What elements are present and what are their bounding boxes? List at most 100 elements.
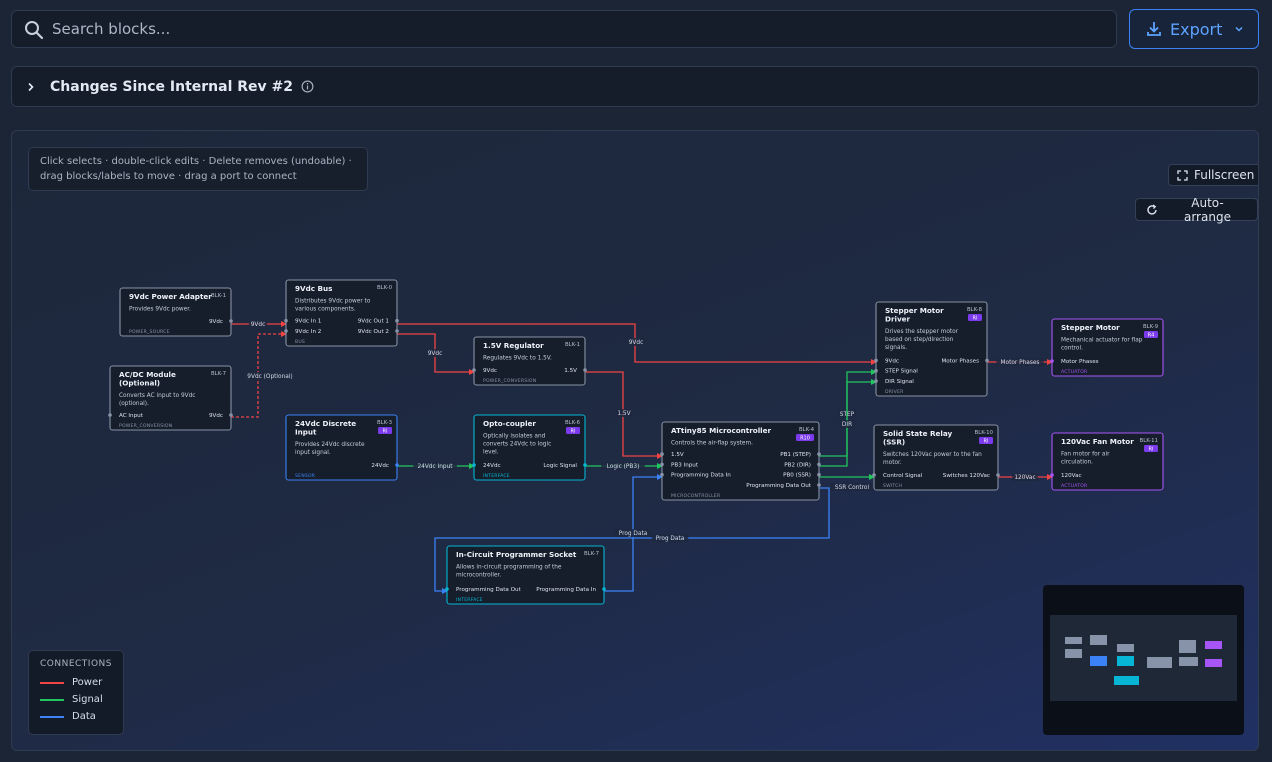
block-blk-7[interactable]: BLK-7AC/DC Module(Optional)Converts AC i… — [108, 365, 233, 431]
connection-power[interactable]: 1.5V — [585, 371, 663, 459]
connection-label[interactable]: Prog Data — [619, 531, 648, 537]
block-blk-1[interactable]: BLK-19Vdc Power Adapter Provides 9Vdc pow… — [119, 287, 233, 337]
diagram-canvas[interactable]: Click selects · double-click edits · Del… — [11, 130, 1259, 751]
block-type: INTERFACE — [483, 473, 510, 479]
output-port[interactable] — [996, 473, 1000, 477]
output-port[interactable] — [395, 329, 399, 333]
output-port[interactable] — [985, 358, 989, 363]
minimap[interactable] — [1043, 585, 1244, 735]
output-port[interactable] — [229, 319, 233, 323]
connection-power[interactable]: Motor Phases — [987, 358, 1053, 366]
input-port[interactable] — [660, 472, 664, 477]
input-port[interactable] — [284, 318, 288, 323]
block-blk-1[interactable]: BLK-1 1.5V Regulator Regulates 9Vdc to 1.5… — [472, 336, 587, 386]
block-blk-0[interactable]: BLK-0 9Vdc Bus Distributes 9Vdc power to va… — [284, 279, 399, 347]
block-description: control. — [1061, 346, 1083, 352]
block-description: Regulates 9Vdc to 1.5V. — [483, 356, 552, 362]
output-port[interactable] — [583, 368, 587, 372]
minimap-node — [1117, 656, 1134, 666]
input-port[interactable] — [1050, 473, 1054, 477]
output-port[interactable] — [817, 472, 821, 477]
block-title: Opto-coupler — [483, 419, 536, 428]
info-icon[interactable] — [301, 80, 314, 93]
block-id: BLK-7 — [211, 371, 226, 377]
block-blk-6[interactable]: BLK-6 RI Opto-coupler Optically isolates an… — [472, 414, 587, 481]
connection-signal[interactable]: SSR Control — [819, 474, 875, 491]
block-description: input signal. — [295, 450, 331, 456]
block-blk-10[interactable]: BLK-10RISolid State Relay(SSR)Switches 1… — [872, 424, 1000, 491]
output-port[interactable] — [395, 463, 399, 467]
input-port[interactable] — [872, 473, 876, 477]
connection-label[interactable]: 120Vac — [1014, 475, 1035, 481]
output-port[interactable] — [395, 318, 399, 323]
block-description: Mechanical actuator for flap — [1061, 338, 1143, 344]
connection-label[interactable]: SSR Control — [835, 485, 870, 491]
revision-badge-text: RI — [984, 439, 989, 445]
input-port[interactable] — [472, 368, 476, 372]
connection-label[interactable]: 9Vdc — [428, 351, 443, 357]
block-description: Provides 24Vdc discrete — [295, 442, 365, 448]
input-port-label: 24Vdc — [483, 463, 501, 469]
connection-label[interactable]: Logic (PB3) — [607, 464, 640, 470]
output-port-label: 9Vdc Out 1 — [358, 319, 390, 325]
connection-signal[interactable]: DIR — [819, 379, 877, 467]
block-description: based on step/direction — [885, 337, 954, 343]
connection-label[interactable]: 9Vdc — [629, 340, 644, 346]
output-port-label: 9Vdc — [209, 413, 223, 419]
output-port[interactable] — [229, 413, 233, 417]
output-port-label: Switches 120Vac — [943, 473, 990, 479]
block-description: Switches 120Vac power to the fan — [883, 452, 982, 458]
block-type: POWER_CONVERSION — [483, 378, 536, 384]
input-port[interactable] — [1050, 359, 1054, 363]
block-blk-9[interactable]: BLK-9 R4 Stepper Motor Mechanical actuator … — [1050, 318, 1164, 377]
block-blk-11[interactable]: BLK-11 RI 120Vac Fan Motor Fan motor for ai… — [1050, 432, 1164, 491]
connection-signal[interactable]: 24Vdc Input — [397, 462, 475, 470]
block-title: In-Circuit Programmer Socket — [456, 550, 577, 559]
input-port[interactable] — [284, 329, 288, 333]
input-port[interactable] — [108, 413, 112, 417]
legend-item-signal: Signal — [40, 691, 112, 708]
input-port[interactable] — [874, 368, 878, 373]
changes-panel[interactable]: Changes Since Internal Rev #2 — [11, 66, 1259, 107]
output-port[interactable] — [817, 483, 821, 487]
connection-power[interactable]: 9Vdc — [397, 333, 475, 375]
input-port[interactable] — [660, 452, 664, 456]
output-port[interactable] — [817, 452, 821, 456]
search-input[interactable] — [52, 11, 1102, 47]
block-type: POWER_SOURCE — [129, 329, 170, 335]
minimap-node — [1147, 657, 1172, 668]
block-blk-3[interactable]: BLK-3RI24Vdc DiscreteInputProvides 24Vdc… — [285, 414, 399, 481]
connection-label[interactable]: 9Vdc (Optional) — [247, 374, 292, 380]
output-port[interactable] — [602, 587, 606, 591]
connection-label[interactable]: Motor Phases — [1001, 360, 1040, 366]
connection-label[interactable]: DIR — [842, 422, 852, 428]
input-port[interactable] — [874, 379, 878, 383]
minimap-viewport[interactable] — [1050, 615, 1237, 701]
output-port[interactable] — [583, 463, 587, 467]
export-button[interactable]: Export — [1129, 9, 1259, 49]
connection-label[interactable]: 1.5V — [617, 411, 630, 417]
output-port-label: Logic Signal — [543, 463, 577, 469]
chevron-right-icon[interactable] — [26, 82, 36, 92]
search-bar[interactable] — [11, 10, 1117, 48]
legend-swatch-signal — [40, 698, 64, 701]
connection-label[interactable]: Prog Data — [656, 536, 685, 542]
connection-label[interactable]: 24Vdc Input — [417, 464, 453, 470]
output-port[interactable] — [817, 462, 821, 467]
connection-power[interactable]: 9Vdc — [231, 320, 287, 328]
connection-power[interactable]: 120Vac — [998, 473, 1053, 481]
connection-power[interactable]: 9Vdc — [397, 323, 877, 365]
export-label: Export — [1170, 19, 1223, 39]
block-description: Provides 9Vdc power. — [129, 307, 191, 313]
block-blk-4[interactable]: BLK-4 R10 ATtiny85 Microcontroller Controls… — [660, 421, 821, 501]
input-port[interactable] — [660, 462, 664, 467]
block-description: Converts AC input to 9Vdc — [119, 393, 195, 399]
input-port[interactable] — [472, 463, 476, 467]
block-blk-7[interactable]: BLK-7 In-Circuit Programmer Socket Allows … — [445, 545, 606, 605]
block-id: BLK-1 — [565, 342, 580, 348]
input-port[interactable] — [874, 358, 878, 363]
input-port[interactable] — [445, 587, 449, 591]
connection-signal[interactable]: Logic (PB3) — [585, 462, 663, 470]
connection-label[interactable]: 9Vdc — [251, 322, 266, 328]
block-blk-8[interactable]: BLK-8RIStepper MotorDriverDrives the ste… — [874, 301, 989, 397]
